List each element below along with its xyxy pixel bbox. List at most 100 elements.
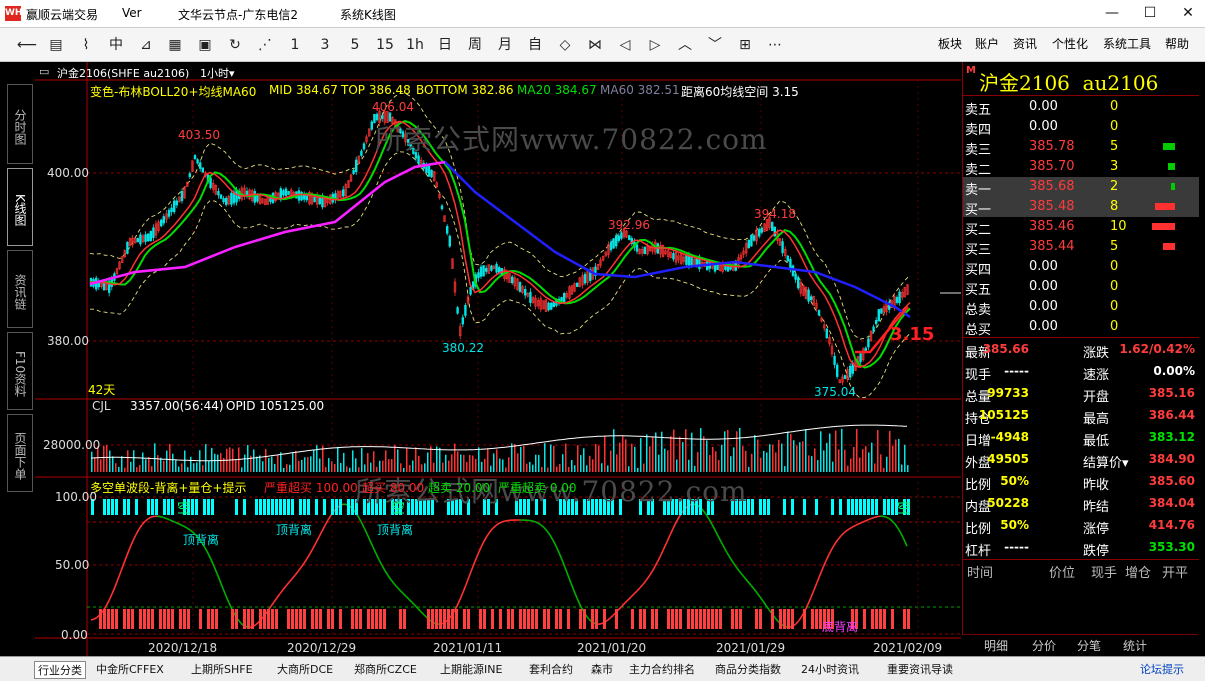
grid-table-icon[interactable]: ▦ [162, 33, 188, 57]
volume-bar [784, 466, 786, 472]
kline-chart-area[interactable]: 所索公式网www.70822.com 所索公式网www.70822.com ▭ … [35, 62, 961, 656]
osc-axis-50: 50.00 [55, 558, 90, 572]
book-row[interactable]: 卖五 0.00 0 [963, 97, 1199, 118]
book-row[interactable]: 卖一 385.68 2 [963, 177, 1199, 198]
book-row[interactable]: 卖二 385.70 3 [963, 157, 1199, 178]
indicator-name[interactable]: 变色-布林BOLL20+均线MA60 [90, 83, 256, 100]
book-row[interactable]: 买三 385.44 5 [963, 237, 1199, 258]
oscillator-segment [666, 534, 671, 543]
list-icon[interactable]: ▤ [43, 33, 69, 57]
tab-price-dist[interactable]: 分价 [1032, 637, 1056, 654]
exchange-tab[interactable]: 主力合约排名 [629, 661, 695, 677]
menu-news[interactable]: 资讯 [1013, 35, 1037, 52]
period-custom[interactable]: 自 [522, 33, 548, 57]
tab-order[interactable]: 页面下单 [7, 414, 33, 492]
volume-bar [271, 456, 273, 472]
tab-kline[interactable]: K线图 [7, 168, 33, 246]
down-icon[interactable]: ﹀ [702, 33, 728, 57]
oversold-block [879, 609, 882, 629]
book-row[interactable]: 卖三 385.78 5 [963, 137, 1199, 158]
book-row[interactable]: 买二 385.46 10 [963, 217, 1199, 238]
exchange-tab[interactable]: 重要资讯导读 [887, 661, 953, 677]
refresh-icon[interactable]: ↻ [222, 33, 248, 57]
volume-bar [652, 436, 654, 472]
book-row[interactable]: 卖四 0.00 0 [963, 117, 1199, 138]
line-chart-icon[interactable]: ⌇ [73, 33, 99, 57]
forum-tip[interactable]: 论坛提示 [1140, 661, 1184, 677]
book-row[interactable]: 总卖 0.00 0 [963, 297, 1199, 318]
oscillator-segment [465, 576, 470, 586]
candle [549, 302, 553, 310]
period-1[interactable]: 1 [282, 33, 308, 57]
exchange-tab[interactable]: 上期能源INE [440, 661, 502, 677]
exchange-tab[interactable]: 24小时资讯 [801, 661, 859, 677]
exchange-tab[interactable]: 中金所CFFEX [96, 661, 164, 677]
book-row[interactable]: 买一 385.48 8 [963, 197, 1199, 218]
candle [620, 232, 623, 239]
maximize-icon[interactable]: ☐ [1138, 2, 1162, 24]
minimize-icon[interactable]: — [1100, 2, 1124, 24]
book-row[interactable]: 买四 0.00 0 [963, 257, 1199, 278]
exchange-tab[interactable]: 上期所SHFE [191, 661, 253, 677]
menu-personalize[interactable]: 个性化 [1052, 35, 1088, 52]
tab-timeshare[interactable]: 分时图 [7, 84, 33, 164]
oversold-block [507, 609, 510, 629]
right-icon[interactable]: ▷ [642, 33, 668, 57]
exchange-tab[interactable]: 大商所DCE [277, 661, 333, 677]
osc-name[interactable]: 多空单波段-背离+量仓+提示 [90, 479, 246, 496]
menu-account[interactable]: 账户 [975, 35, 999, 52]
tab-news-chain[interactable]: 资讯链 [7, 250, 33, 328]
candle-icon[interactable]: 中 [103, 33, 129, 57]
tab-detail[interactable]: 明细 [984, 637, 1008, 654]
exchange-tab[interactable]: 郑商所CZCE [354, 661, 417, 677]
exchange-tab[interactable]: 行业分类 [34, 661, 86, 679]
vol-axis-28000: 28000.00 [43, 438, 101, 452]
zoom-in-icon[interactable]: ◇ [552, 33, 578, 57]
period-month[interactable]: 月 [492, 33, 518, 57]
overbought-block [263, 499, 266, 515]
save-icon[interactable]: ▣ [192, 33, 218, 57]
stat-label-2[interactable]: 结算价▾ [1083, 452, 1129, 471]
tab-f10[interactable]: F10资料 [7, 332, 33, 410]
period-5[interactable]: 5 [342, 33, 368, 57]
period-3[interactable]: 3 [312, 33, 338, 57]
period-select[interactable]: 1小时▾ [200, 65, 235, 81]
zoom-out-icon[interactable]: ⋈ [582, 33, 608, 57]
book-row[interactable]: 总买 0.00 0 [963, 317, 1199, 338]
exchange-tab[interactable]: 商品分类指数 [715, 661, 781, 677]
volume-bar [436, 446, 438, 472]
candle [518, 282, 522, 292]
volume-bar [94, 457, 96, 472]
menu-system-tools[interactable]: 系统工具 [1103, 35, 1151, 52]
period-day[interactable]: 日 [432, 33, 458, 57]
tab-ticks[interactable]: 分笔 [1077, 637, 1101, 654]
more-icon[interactable]: ⋯ [762, 33, 788, 57]
left-icon[interactable]: ◁ [612, 33, 638, 57]
osc-t1: 严重超买 100.00 [264, 481, 358, 495]
period-1h[interactable]: 1h [402, 33, 428, 57]
exchange-tab[interactable]: 套利合约 [529, 661, 573, 677]
period-week[interactable]: 周 [462, 33, 488, 57]
period-15[interactable]: 15 [372, 33, 398, 57]
chart-tool-icon[interactable]: ⊿ [133, 33, 159, 57]
candle [848, 365, 852, 378]
up-icon[interactable]: ︿ [672, 33, 698, 57]
layout-icon[interactable]: ⊞ [732, 33, 758, 57]
close-icon[interactable]: ✕ [1176, 2, 1200, 24]
book-price: 385.46 [1029, 219, 1075, 234]
oscillator-segment [117, 570, 122, 580]
oversold-block [755, 609, 758, 629]
menu-help[interactable]: 帮助 [1165, 35, 1189, 52]
book-row[interactable]: 买五 0.00 0 [963, 277, 1199, 298]
menu-sector[interactable]: 板块 [938, 35, 962, 52]
book-label: 卖四 [965, 123, 992, 138]
tab-stats[interactable]: 统计 [1123, 637, 1147, 654]
stat-label-2: 跌停 [1083, 544, 1110, 559]
back-icon[interactable]: ⟵ [14, 33, 40, 57]
strategy-icon[interactable]: ⋰ [252, 33, 278, 57]
oversold-block [99, 609, 102, 629]
oscillator-segment [576, 597, 581, 606]
exchange-tab[interactable]: 森市 [591, 661, 613, 677]
oscillator-segment [846, 527, 851, 532]
vol-name[interactable]: CJL [92, 399, 111, 413]
